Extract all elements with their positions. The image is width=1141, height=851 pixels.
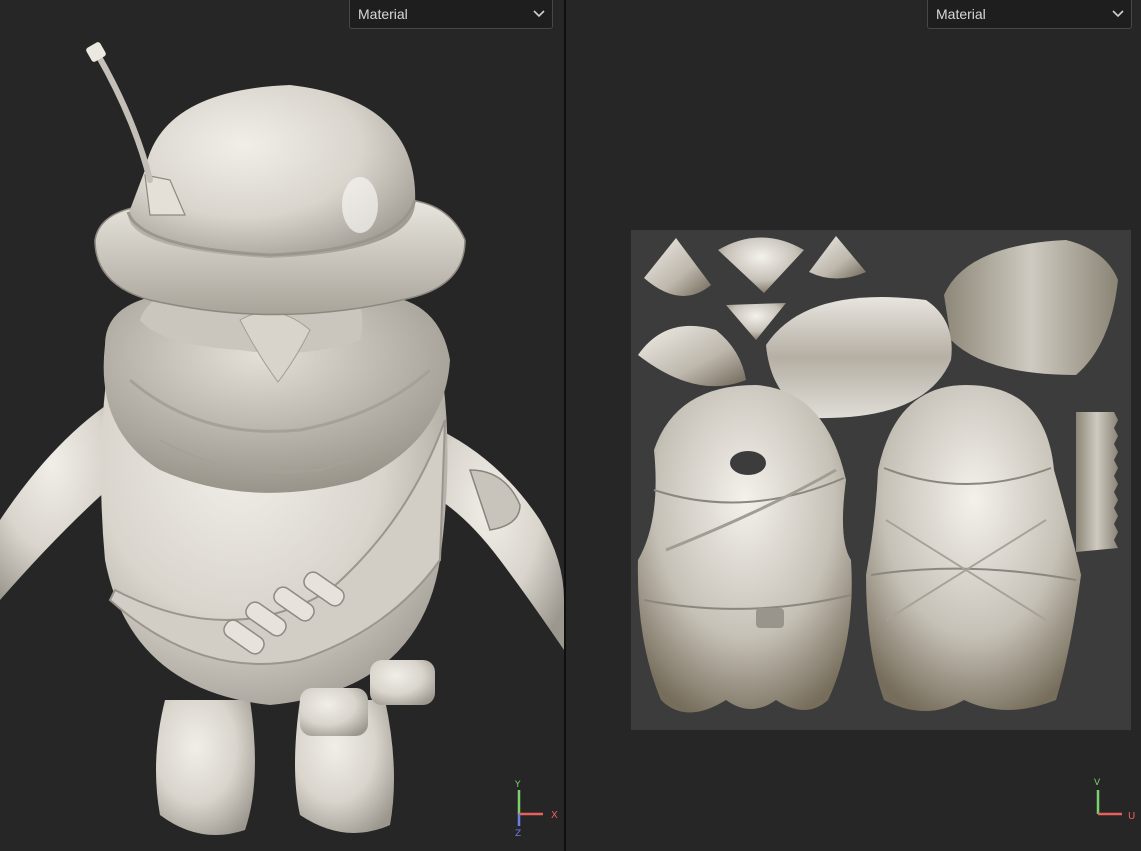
chevron-down-icon xyxy=(1112,10,1124,18)
hat xyxy=(86,42,466,316)
uv-viewport[interactable]: Material V U xyxy=(566,0,1141,851)
uv-axis-gizmo-icon: V U xyxy=(1094,778,1135,822)
uv-layout-canvas[interactable] xyxy=(566,0,1141,851)
character-model-render[interactable] xyxy=(0,0,564,851)
display-mode-label: Material xyxy=(936,6,986,22)
axis-v-label: V xyxy=(1094,778,1101,788)
uv-scarf-strip xyxy=(1076,412,1118,552)
axis-z-label: Z xyxy=(515,829,521,839)
3d-viewport[interactable]: Material Y X Z xyxy=(0,0,564,851)
axis-gizmo-icon: Y X Z xyxy=(514,780,558,839)
axis-u-label: U xyxy=(1128,811,1135,822)
axis-y-label: Y xyxy=(514,780,521,790)
display-mode-label: Material xyxy=(358,6,408,22)
display-mode-select-3d[interactable]: Material xyxy=(349,0,553,29)
chevron-down-icon xyxy=(533,10,545,18)
display-mode-select-uv[interactable]: Material xyxy=(927,0,1132,29)
axis-x-label: X xyxy=(551,810,558,821)
